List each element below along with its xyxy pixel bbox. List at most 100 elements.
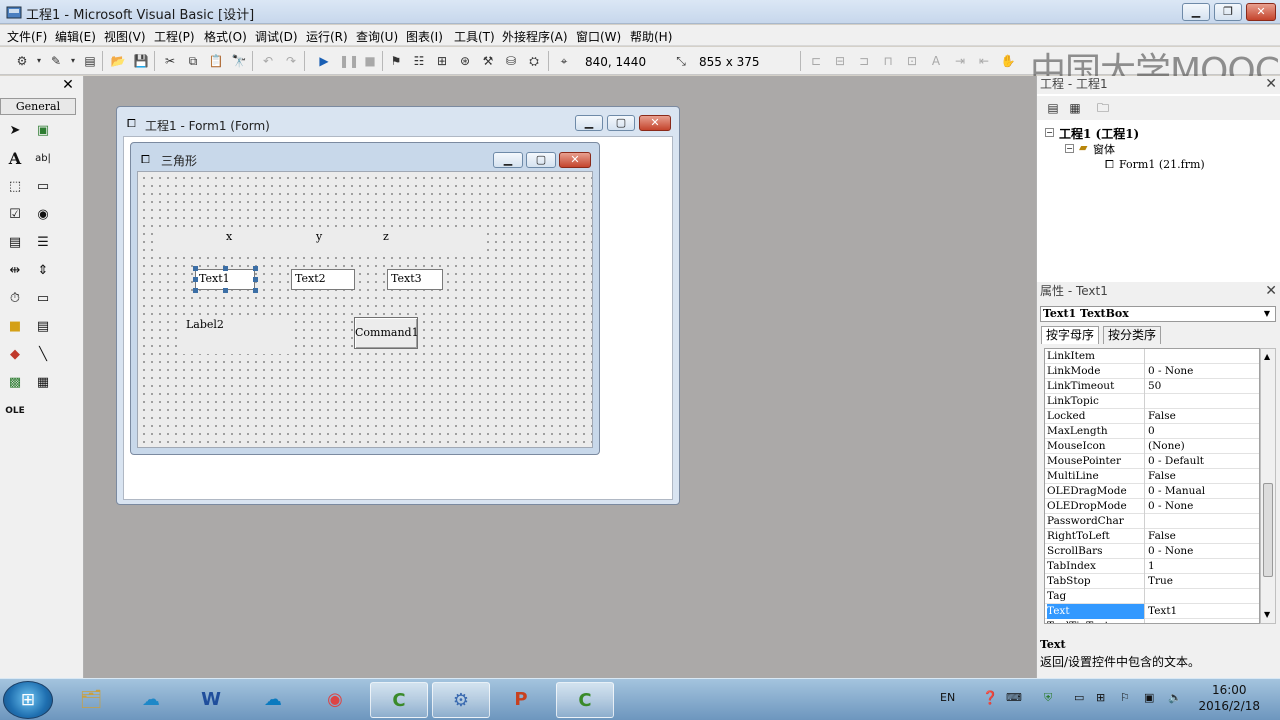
find-icon[interactable]: 🔭	[231, 53, 247, 69]
chevron-down-icon[interactable]: ▾	[65, 53, 81, 69]
scroll-thumb[interactable]	[1263, 483, 1273, 577]
picturebox-icon[interactable]: ▣	[32, 120, 54, 142]
checkbox-icon[interactable]: ☑	[4, 204, 26, 226]
hscrollbar-icon[interactable]: ⇹	[4, 260, 26, 282]
property-value[interactable]: 0 - Default	[1148, 454, 1204, 468]
project-explorer-icon[interactable]: ⚑	[388, 53, 404, 69]
menu-addins[interactable]: 外接程序(A)	[502, 28, 568, 45]
property-row[interactable]: PasswordChar	[1045, 514, 1259, 529]
word-task-icon[interactable]: W	[182, 682, 240, 718]
explorer-task-icon[interactable]: 🗂	[62, 682, 120, 718]
menu-view[interactable]: 视图(V)	[104, 28, 146, 45]
listbox-icon[interactable]: ☰	[32, 232, 54, 254]
start-button[interactable]: ⊞	[3, 681, 53, 719]
form1[interactable]: ⧠ 三角形 ▁ ▢ ✕ x y z Text1 Text2 Text3 Labe…	[130, 142, 600, 455]
menu-diagram[interactable]: 图表(I)	[406, 28, 443, 45]
property-row[interactable]: MaxLength 0	[1045, 424, 1259, 439]
minimize-button[interactable]: ▁	[575, 115, 603, 131]
command1-button[interactable]: Command1	[354, 317, 419, 349]
property-name[interactable]: RightToLeft	[1047, 529, 1145, 544]
pointer-icon[interactable]: ➤	[4, 120, 26, 142]
view-object-icon[interactable]: ▦	[1067, 100, 1083, 116]
property-value[interactable]: 1	[1148, 559, 1155, 573]
toolbox-tab-general[interactable]: General	[0, 98, 76, 115]
property-value[interactable]: False	[1148, 469, 1176, 483]
view-code-icon[interactable]: ▤	[1045, 100, 1061, 116]
property-row[interactable]: MouseIcon (None)	[1045, 439, 1259, 454]
collapse-icon[interactable]: −	[1045, 128, 1054, 137]
property-row[interactable]: MousePointer 0 - Default	[1045, 454, 1259, 469]
property-name[interactable]: MaxLength	[1047, 424, 1145, 439]
label-z[interactable]: z	[383, 230, 389, 243]
property-name[interactable]: LinkTimeout	[1047, 379, 1145, 394]
property-row[interactable]: ScrollBars 0 - None	[1045, 544, 1259, 559]
toggle-folders-icon[interactable]: 🗀	[1095, 100, 1111, 116]
tree-project-root[interactable]: 工程1 (工程1)	[1059, 125, 1139, 142]
outdent-icon[interactable]: ⇤	[976, 53, 992, 69]
copy-icon[interactable]: ⧉	[185, 53, 201, 69]
dirlistbox-icon[interactable]: ■	[4, 316, 26, 338]
image-icon[interactable]: ▩	[4, 372, 26, 394]
menu-editor-icon[interactable]: ▤	[82, 53, 98, 69]
property-row[interactable]: MultiLine False	[1045, 469, 1259, 484]
open-project-icon[interactable]: 📂	[110, 53, 126, 69]
shape-icon[interactable]: ◆	[4, 344, 26, 366]
property-name[interactable]: ToolTipText	[1047, 619, 1145, 623]
property-row[interactable]: TabStop True	[1045, 574, 1259, 589]
property-row[interactable]: OLEDropMode 0 - None	[1045, 499, 1259, 514]
align-right-icon[interactable]: ⊐	[856, 53, 872, 69]
property-name[interactable]: ScrollBars	[1047, 544, 1145, 559]
camtasia-recorder-task-icon[interactable]: C	[556, 682, 614, 718]
property-row[interactable]: RightToLeft False	[1045, 529, 1259, 544]
chrome-task-icon[interactable]: ◉	[306, 682, 364, 718]
volume-icon[interactable]: 🔈	[1168, 691, 1182, 704]
combobox-icon[interactable]: ▤	[4, 232, 26, 254]
line-icon[interactable]: ╲	[32, 344, 54, 366]
network-icon[interactable]: ▭	[1074, 691, 1084, 704]
powerpoint-task-icon[interactable]: P	[492, 682, 550, 718]
menu-help[interactable]: 帮助(H)	[630, 28, 672, 45]
property-row[interactable]: Tag	[1045, 589, 1259, 604]
menu-query[interactable]: 查询(U)	[356, 28, 398, 45]
property-row[interactable]: OLEDragMode 0 - Manual	[1045, 484, 1259, 499]
frame-icon[interactable]: ⬚	[4, 176, 26, 198]
scroll-down-icon[interactable]: ▼	[1264, 610, 1270, 619]
align-left-icon[interactable]: ⊏	[808, 53, 824, 69]
object-browser-icon[interactable]: ⊛	[457, 53, 473, 69]
tab-categorized[interactable]: 按分类序	[1103, 326, 1162, 344]
property-value[interactable]: False	[1148, 409, 1176, 423]
menu-edit[interactable]: 编辑(E)	[55, 28, 96, 45]
label2[interactable]: Label2	[182, 316, 290, 354]
property-row[interactable]: TabIndex 1	[1045, 559, 1259, 574]
baidu-cloud-task-icon[interactable]: ☁	[244, 682, 302, 718]
property-name[interactable]: OLEDropMode	[1047, 499, 1145, 514]
data-view-icon[interactable]: ⛁	[503, 53, 519, 69]
close-icon[interactable]: ✕	[60, 78, 76, 94]
maximize-button[interactable]: ▢	[607, 115, 635, 131]
label-y[interactable]: y	[316, 230, 323, 243]
property-name[interactable]: PasswordChar	[1047, 514, 1145, 529]
property-value[interactable]: 0	[1148, 424, 1155, 438]
data-control-icon[interactable]: ▦	[32, 372, 54, 394]
property-row[interactable]: Locked False	[1045, 409, 1259, 424]
vscrollbar-icon[interactable]: ⇕	[32, 260, 54, 282]
align-center-icon[interactable]: ⊟	[832, 53, 848, 69]
scroll-up-icon[interactable]: ▲	[1264, 352, 1270, 361]
help-icon[interactable]: ❓	[982, 691, 998, 706]
minimize-button[interactable]: ▁	[1182, 3, 1210, 21]
property-row[interactable]: LinkMode 0 - None	[1045, 364, 1259, 379]
close-icon[interactable]: ✕	[1265, 284, 1277, 298]
restore-button[interactable]: ❐	[1214, 3, 1242, 21]
menu-format[interactable]: 格式(O)	[204, 28, 247, 45]
chevron-down-icon[interactable]: ▾	[31, 53, 47, 69]
commandbutton-icon[interactable]: ▭	[32, 176, 54, 198]
device-icon[interactable]: ▣	[1144, 691, 1154, 704]
textbox-text1[interactable]: Text1	[195, 269, 255, 290]
property-value[interactable]: Text1	[1148, 604, 1177, 618]
property-name[interactable]: Text	[1047, 604, 1145, 619]
menu-window[interactable]: 窗口(W)	[576, 28, 621, 45]
same-size-icon[interactable]: ⊡	[904, 53, 920, 69]
property-value[interactable]: (None)	[1148, 439, 1185, 453]
filelistbox-icon[interactable]: ▤	[32, 316, 54, 338]
chevron-down-icon[interactable]: ▼	[1261, 308, 1273, 320]
